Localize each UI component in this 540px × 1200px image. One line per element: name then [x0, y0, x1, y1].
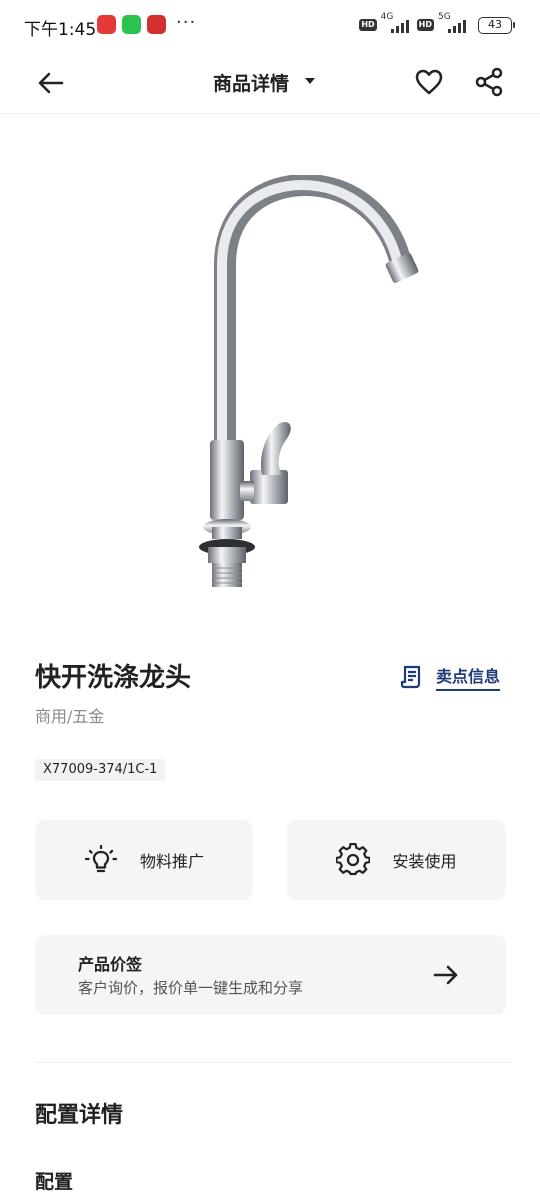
share-icon[interactable] — [473, 66, 505, 98]
signal-5g: 5G — [438, 12, 470, 35]
hd-badge: HD — [416, 19, 434, 31]
selling-points-link[interactable]: 卖点信息 — [400, 662, 501, 692]
config-details-title: 配置详情 — [35, 1103, 124, 1128]
hd-badge: HD — [359, 19, 377, 31]
product-category: 商用/五金 — [35, 707, 105, 726]
material-promotion-button[interactable]: 物料推广 — [35, 820, 253, 900]
caret-down-icon[interactable] — [304, 76, 316, 86]
section-divider — [35, 1062, 512, 1063]
status-bar: 下午1:45 ··· HD 4G HD 5G 43 — [0, 0, 540, 52]
material-promotion-label: 物料推广 — [139, 852, 204, 871]
signal-icon — [390, 20, 409, 33]
page-title[interactable]: 商品详情 — [213, 69, 289, 96]
arrow-left-icon[interactable] — [36, 68, 66, 98]
lightbulb-icon — [84, 844, 118, 873]
status-indicators: HD 4G HD 5G 43 — [359, 12, 515, 36]
price-tag-title: 产品价签 — [78, 955, 143, 974]
signal-4g: 4G — [381, 12, 413, 35]
heart-icon[interactable] — [413, 66, 445, 98]
app-header: 商品详情 — [0, 52, 540, 114]
price-tag-subtitle: 客户询价，报价单一键生成和分享 — [78, 979, 304, 997]
wechat-notification-icon — [122, 15, 141, 34]
arrow-right-icon[interactable] — [432, 961, 460, 989]
model-number-tag: X77009-374/1C-1 — [35, 759, 166, 781]
app-notification-icon — [97, 15, 116, 34]
gear-icon — [336, 843, 371, 876]
document-icon — [400, 665, 421, 689]
product-image — [199, 175, 419, 587]
installation-button[interactable]: 安装使用 — [287, 820, 506, 900]
battery-icon: 43 — [478, 16, 515, 34]
selling-points-label[interactable]: 卖点信息 — [436, 663, 501, 691]
app-notification-icon — [147, 15, 166, 34]
status-time: 下午1:45 — [24, 20, 97, 40]
signal-icon — [448, 20, 466, 33]
config-subtitle: 配置 — [35, 1171, 74, 1193]
installation-label: 安装使用 — [392, 852, 457, 871]
more-notifications-icon: ··· — [176, 12, 197, 33]
price-tag-card[interactable]: 产品价签 客户询价，报价单一键生成和分享 — [35, 935, 506, 1015]
product-title: 快开洗涤龙头 — [35, 663, 192, 693]
